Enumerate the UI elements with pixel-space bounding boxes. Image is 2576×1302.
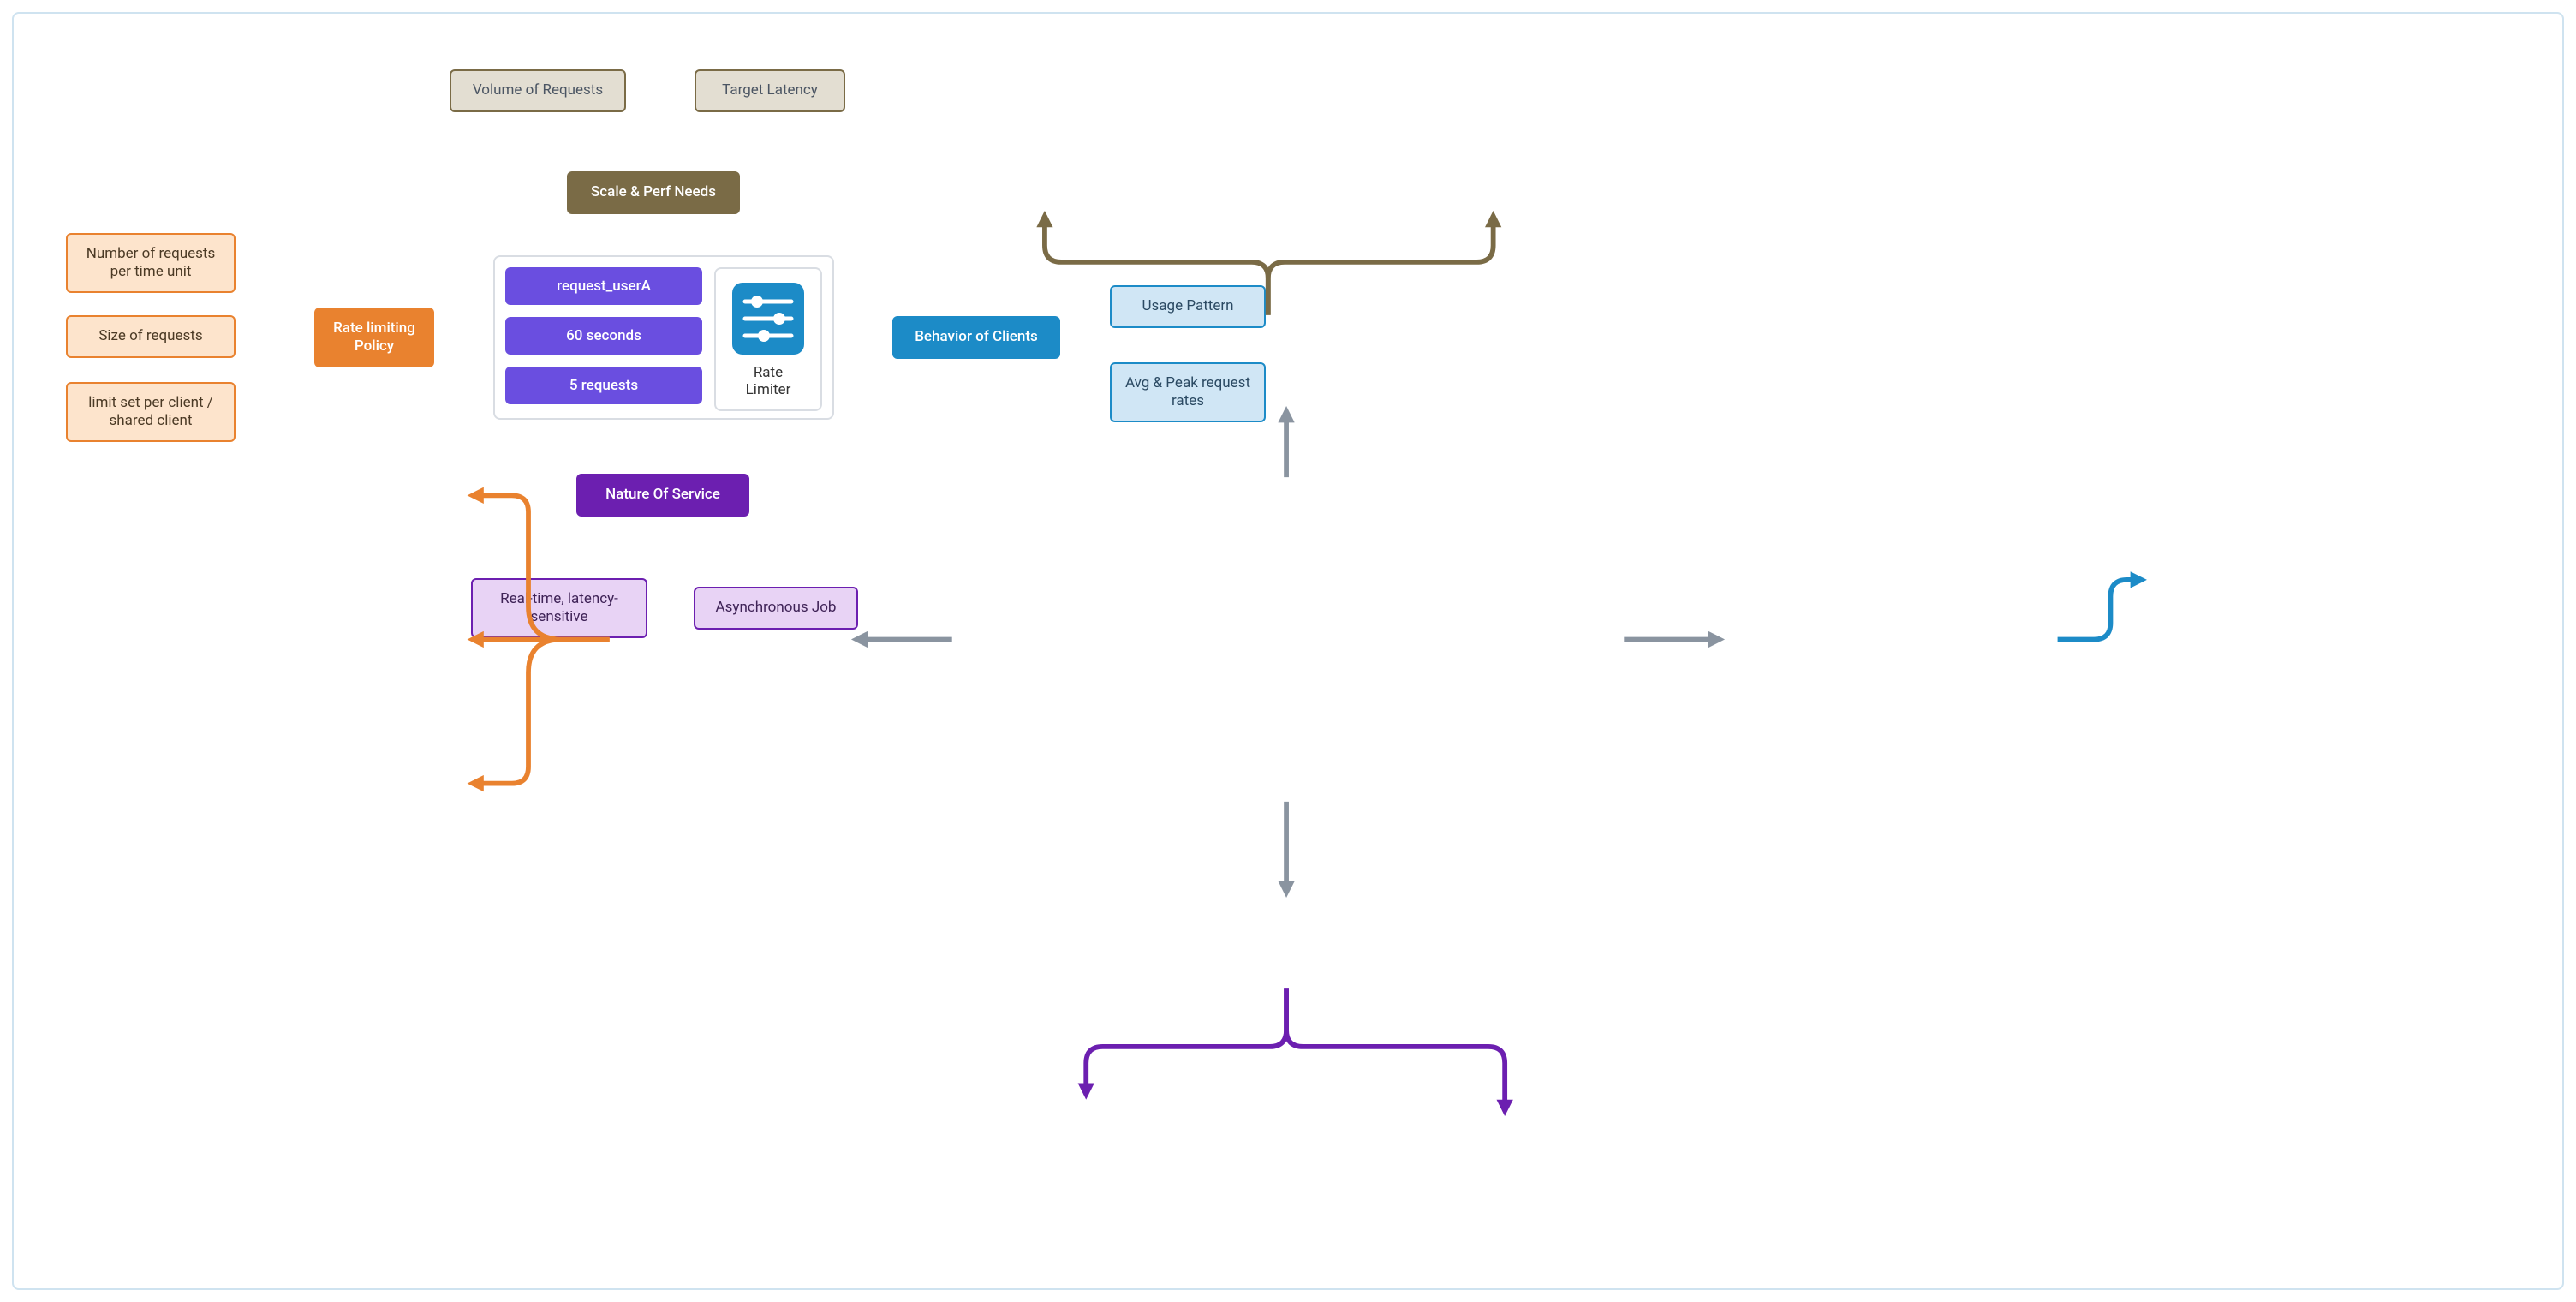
rate-limiter-label: Rate Limiter xyxy=(746,364,791,399)
label: request_userA xyxy=(557,278,651,295)
chip-request-user: request_userA xyxy=(505,267,702,305)
hub-nature-of-service: Nature Of Service xyxy=(576,474,749,517)
label: Size of requests xyxy=(98,327,202,345)
edge-bottom-fork xyxy=(1086,988,1505,1111)
label: Scale & Perf Needs xyxy=(591,183,716,201)
node-limit-per-client: limit set per client / shared client xyxy=(66,382,236,442)
diagram-frame: Volume of Requests Target Latency Scale … xyxy=(12,12,2564,1290)
rate-limiter-inner: Rate Limiter xyxy=(714,267,822,411)
label: Behavior of Clients xyxy=(915,328,1038,346)
label: 5 requests xyxy=(569,377,638,394)
label: Avg & Peak request rates xyxy=(1120,374,1255,411)
hub-rate-limiting-policy: Rate limiting Policy xyxy=(314,308,434,367)
node-realtime: Real-time, latency-sensitive xyxy=(471,578,647,638)
hub-scale-perf: Scale & Perf Needs xyxy=(567,171,740,214)
label: Asynchronous Job xyxy=(716,599,837,617)
chip-window: 60 seconds xyxy=(505,317,702,355)
label: Real-time, latency-sensitive xyxy=(481,590,637,627)
edge-left-fork xyxy=(472,495,609,783)
label: Rate limiting Policy xyxy=(323,320,426,356)
hub-behavior-clients: Behavior of Clients xyxy=(892,316,1060,359)
config-chip-stack: request_userA 60 seconds 5 requests xyxy=(505,267,702,404)
node-target-latency: Target Latency xyxy=(695,69,845,112)
sliders-icon xyxy=(730,280,807,357)
central-rate-limiter-box: request_userA 60 seconds 5 requests xyxy=(493,255,834,420)
label: 60 seconds xyxy=(566,327,641,344)
node-avg-peak: Avg & Peak request rates xyxy=(1110,362,1266,422)
node-volume-of-requests: Volume of Requests xyxy=(450,69,626,112)
label: Target Latency xyxy=(722,81,818,99)
edge-right-curve xyxy=(2058,580,2143,640)
node-num-requests: Number of requests per time unit xyxy=(66,233,236,293)
label: Nature Of Service xyxy=(605,486,720,504)
chip-limit: 5 requests xyxy=(505,367,702,404)
node-async-job: Asynchronous Job xyxy=(694,587,858,630)
label: Volume of Requests xyxy=(473,81,603,99)
label: limit set per client / shared client xyxy=(76,394,225,431)
label: Number of requests per time unit xyxy=(76,245,225,282)
label: Usage Pattern xyxy=(1142,297,1234,315)
edges-layer xyxy=(14,14,2562,1288)
node-size-requests: Size of requests xyxy=(66,315,236,358)
node-usage-pattern: Usage Pattern xyxy=(1110,285,1266,328)
